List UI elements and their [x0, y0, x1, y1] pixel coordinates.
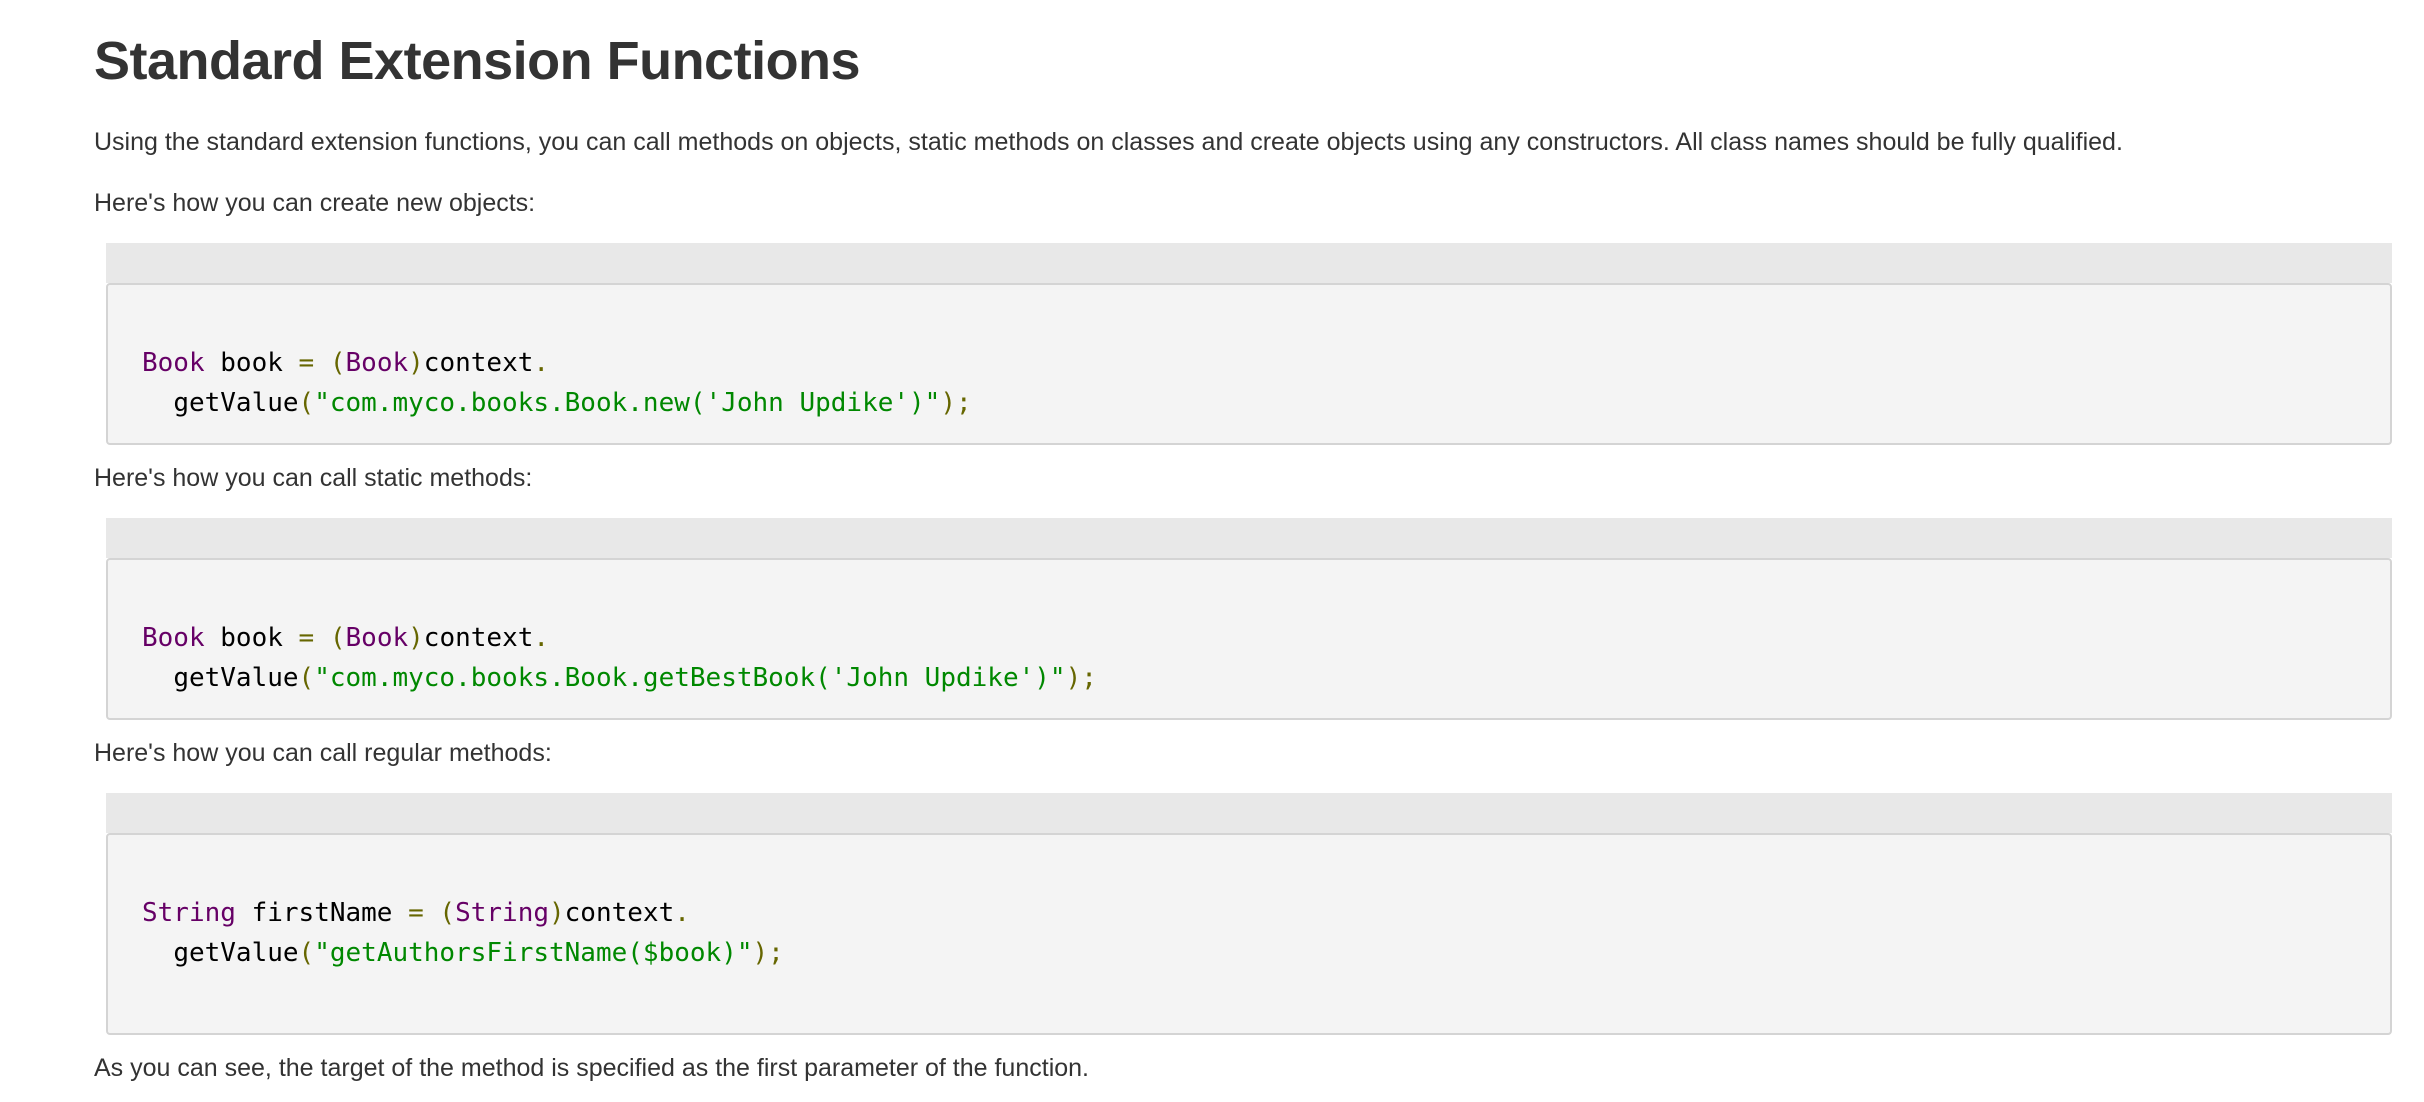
- code-line: Book book = (Book)context.: [142, 623, 550, 653]
- create-objects-code-block: Book book = (Book)context. getValue("com…: [106, 243, 2392, 445]
- code-line: getValue("getAuthorsFirstName($book)");: [173, 938, 784, 968]
- code-line: getValue("com.myco.books.Book.new('John …: [173, 388, 972, 418]
- outro-paragraph: As you can see, the target of the method…: [94, 1054, 1089, 1082]
- regular-methods-caption: Here's how you can call regular methods:: [94, 739, 552, 767]
- code-block-header: [106, 793, 2392, 833]
- static-methods-caption: Here's how you can call static methods:: [94, 464, 533, 492]
- page-title: Standard Extension Functions: [94, 31, 861, 91]
- code-block-header: [106, 518, 2392, 558]
- code-line: getValue("com.myco.books.Book.getBestBoo…: [173, 663, 1097, 693]
- code-line: String firstName = (String)context.: [142, 898, 690, 928]
- regular-methods-code-block: String firstName = (String)context. getV…: [106, 793, 2392, 1035]
- create-objects-caption: Here's how you can create new objects:: [94, 189, 536, 217]
- code-line: Book book = (Book)context.: [142, 348, 550, 378]
- code-block-body[interactable]: Book book = (Book)context. getValue("com…: [106, 283, 2392, 445]
- static-methods-code-block: Book book = (Book)context. getValue("com…: [106, 518, 2392, 720]
- code-block-body[interactable]: String firstName = (String)context. getV…: [106, 833, 2392, 1035]
- code-block-header: [106, 243, 2392, 283]
- intro-paragraph: Using the standard extension functions, …: [94, 128, 2123, 156]
- code-block-body[interactable]: Book book = (Book)context. getValue("com…: [106, 558, 2392, 720]
